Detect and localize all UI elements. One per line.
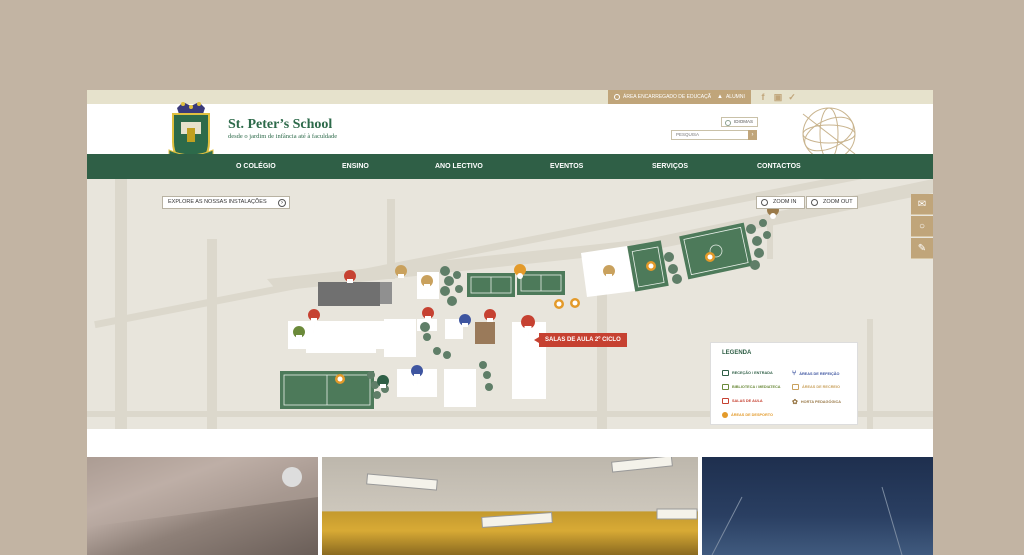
photo-exterior-night[interactable] bbox=[702, 457, 933, 555]
legend-label: BIBLIOTECA / MEDIATECA bbox=[732, 385, 781, 389]
legend-title: LEGENDA bbox=[722, 350, 752, 356]
languages-button[interactable]: IDIOMAS bbox=[721, 117, 759, 127]
zoom-in-icon bbox=[761, 199, 768, 206]
photo-exterior-drawing bbox=[711, 486, 903, 555]
legend-label: ÁREAS DE REFEIÇÃO bbox=[799, 371, 840, 376]
legend-label: RECEÇÃO / ENTRADA bbox=[732, 371, 773, 375]
graduation-cap-icon: ▲ bbox=[717, 94, 723, 100]
playground-icon bbox=[792, 384, 799, 390]
legend-label: ÁREAS DE RECREIO bbox=[802, 385, 840, 389]
nav-ensino[interactable]: ENSINO bbox=[342, 154, 369, 179]
legend-item-sports: ÁREAS DE DESPORTO bbox=[722, 412, 773, 418]
explore-facilities-button[interactable]: EXPLORE AS NOSSAS INSTALAÇÕES › bbox=[162, 196, 290, 209]
zoom-out-label: ZOOM OUT bbox=[823, 199, 853, 205]
plant-icon: ✿ bbox=[792, 399, 798, 406]
nav-eventos[interactable]: EVENTOS bbox=[550, 154, 583, 179]
search-placeholder: PESQUISA bbox=[676, 132, 700, 137]
nav-servicos[interactable]: SERVIÇOS bbox=[652, 154, 688, 179]
nav-ano-lectivo[interactable]: ANO LECTIVO bbox=[435, 154, 483, 179]
map-callout[interactable]: SALAS DE AULA 2º CICLO bbox=[534, 333, 627, 347]
ball-icon bbox=[722, 412, 728, 418]
photo-interior-1[interactable] bbox=[87, 457, 318, 555]
facebook-icon[interactable]: f bbox=[758, 92, 768, 102]
photo-interior-2-drawing bbox=[366, 457, 698, 528]
nav-o-colegio[interactable]: O COLÉGIO bbox=[236, 154, 276, 179]
classroom-icon bbox=[722, 398, 729, 404]
legend-item-library: BIBLIOTECA / MEDIATECA bbox=[722, 384, 781, 390]
legend-label: HORTA PEDAGÓGICA bbox=[800, 400, 841, 404]
instagram-icon[interactable]: ▣ bbox=[773, 92, 783, 102]
website-page: ÁREA ENCARREGADO DE EDUCAÇÃO ▲ ALUMNI f … bbox=[87, 90, 933, 555]
reception-icon bbox=[722, 370, 729, 376]
campus-map[interactable]: EXPLORE AS NOSSAS INSTALAÇÕES › ZOOM IN … bbox=[87, 179, 933, 429]
parent-area-label: ÁREA ENCARREGADO DE EDUCAÇÃO bbox=[623, 94, 715, 100]
alumni-link[interactable]: ▲ ALUMNI bbox=[711, 90, 751, 104]
pencil-icon[interactable]: ✎ bbox=[911, 238, 933, 259]
chat-icon[interactable]: ✉ bbox=[911, 194, 933, 215]
legend-item-classrooms: SALAS DE AULA bbox=[722, 398, 763, 404]
legend-label: ÁREAS DE DESPORTO bbox=[731, 413, 773, 417]
photo-interior-1-drawing bbox=[87, 457, 318, 527]
main-navigation: O COLÉGIO ENSINO ANO LECTIVO EVENTOS SER… bbox=[87, 154, 933, 179]
search-submit-arrow-icon[interactable]: › bbox=[748, 130, 757, 140]
explore-facilities-label: EXPLORE AS NOSSAS INSTALAÇÕES bbox=[168, 199, 267, 205]
school-name[interactable]: St. Peter’s School bbox=[228, 117, 332, 133]
zoom-in-button[interactable]: ZOOM IN bbox=[756, 196, 805, 209]
user-icon bbox=[614, 94, 620, 100]
legend-label: SALAS DE AULA bbox=[732, 399, 763, 403]
legend-item-dining: ⑂ ÁREAS DE REFEIÇÃO bbox=[792, 370, 840, 377]
parent-area-link[interactable]: ÁREA ENCARREGADO DE EDUCAÇÃO bbox=[608, 90, 721, 104]
nav-contactos[interactable]: CONTACTOS bbox=[757, 154, 801, 179]
zoom-out-button[interactable]: ZOOM OUT bbox=[806, 196, 858, 209]
photo-interior-2[interactable] bbox=[322, 457, 698, 555]
alumni-label: ALUMNI bbox=[725, 94, 745, 100]
fork-knife-icon: ⑂ bbox=[792, 370, 797, 377]
lightbulb-icon[interactable]: ○ bbox=[911, 216, 933, 237]
legend-item-recreation: ÁREAS DE RECREIO bbox=[792, 384, 840, 390]
school-tagline: desde o jardim de infância até à faculda… bbox=[228, 133, 338, 140]
chevron-down-icon: › bbox=[278, 199, 286, 207]
legend-item-garden: ✿ HORTA PEDAGÓGICA bbox=[792, 398, 841, 406]
search-input[interactable]: PESQUISA › bbox=[671, 130, 757, 140]
book-icon bbox=[722, 384, 729, 390]
zoom-in-label: ZOOM IN bbox=[773, 199, 797, 205]
legend-item-reception: RECEÇÃO / ENTRADA bbox=[722, 370, 773, 376]
map-legend: LEGENDA RECEÇÃO / ENTRADA ⑂ ÁREAS DE REF… bbox=[710, 342, 858, 425]
languages-label: IDIOMAS bbox=[734, 119, 754, 124]
twitter-icon[interactable]: ✓ bbox=[787, 92, 797, 102]
zoom-out-icon bbox=[811, 199, 818, 206]
